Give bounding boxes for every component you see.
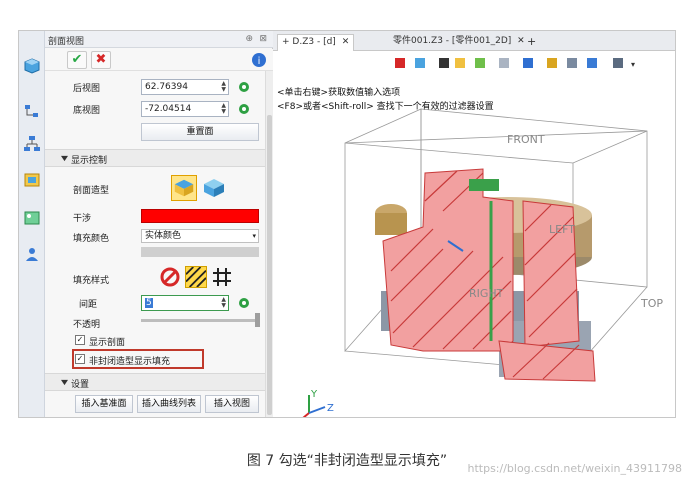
spacing-label: 间距	[79, 300, 98, 310]
grid-fill-icon[interactable]	[211, 266, 233, 288]
opacity-row: 不透明	[45, 313, 265, 333]
user-icon[interactable]	[23, 245, 41, 263]
panel-title: 剖面视图	[48, 37, 85, 47]
measure-icon[interactable]	[237, 80, 251, 94]
section-shape-solid-icon[interactable]	[171, 175, 197, 201]
opacity-slider-thumb[interactable]	[255, 313, 260, 327]
axis-triad: X Y Z	[293, 389, 334, 418]
close-icon[interactable]: ✕	[342, 37, 350, 47]
label-left: LEFT	[549, 223, 575, 236]
close-panel-icon[interactable]: ⊠	[259, 34, 267, 44]
chevron-down-icon: ▾	[252, 232, 256, 240]
spinner-icon[interactable]: ▲ ▼	[221, 103, 226, 115]
section-shape-row: 剖面造型	[45, 175, 265, 203]
image-icon[interactable]	[23, 209, 41, 227]
opacity-slider[interactable]	[141, 319, 259, 322]
label-top: TOP	[640, 297, 663, 310]
fill-color-label: 填充颜色	[73, 234, 110, 244]
measure-icon[interactable]	[237, 102, 251, 116]
app-window: 剖面视图 ⊕ ⊠ ✔ ✖ i 后视图 62.76394 ▲ ▼ 底视图 -72.04…	[18, 30, 676, 418]
pin-icon[interactable]: ⊕	[245, 34, 253, 44]
label-right: RIGHT	[469, 287, 504, 300]
collapse-arrow-icon[interactable]	[61, 379, 68, 386]
measure-icon[interactable]	[237, 296, 251, 310]
reset-plane-button[interactable]: 重置面	[141, 123, 259, 141]
tab-d-z3[interactable]: + D.Z3 - [d] ✕	[277, 34, 355, 51]
fill-style-label: 填充样式	[73, 276, 110, 286]
axis-z-label: Z	[327, 403, 334, 414]
cube-icon[interactable]	[23, 57, 41, 75]
settings-section[interactable]: 设置	[45, 373, 265, 391]
field-row-bottom-view: 底视图 -72.04514 ▲ ▼	[45, 99, 265, 119]
spinner-icon[interactable]: ▲ ▼	[221, 297, 226, 309]
label-front: FRONT	[507, 133, 545, 146]
section-model	[375, 168, 596, 382]
nonclosed-fill-checkbox[interactable]: ✓	[75, 354, 85, 364]
plus-icon: +	[282, 37, 290, 47]
left-icon-bar	[19, 31, 45, 417]
hatch-fill-icon[interactable]	[185, 266, 207, 288]
interference-label: 干涉	[73, 214, 92, 224]
model-scene: FRONT LEFT RIGHT TOP X Y Z	[293, 108, 663, 418]
section-shape-label: 剖面造型	[73, 186, 110, 196]
svg-text:i: i	[258, 56, 261, 67]
insert-datum-button[interactable]: 插入基准面	[75, 395, 133, 413]
show-section-label: 显示剖面	[89, 338, 126, 348]
panel-toolbar: ✔ ✖ i	[45, 49, 273, 71]
document-tabs: + D.Z3 - [d] ✕ 零件001.Z3 - [零件001_2D] ✕ +	[273, 31, 675, 51]
hierarchy-icon[interactable]	[23, 135, 41, 153]
collapse-arrow-icon[interactable]	[61, 155, 68, 162]
section-view-panel: 剖面视图 ⊕ ⊠ ✔ ✖ i 后视图 62.76394 ▲ ▼ 底视图 -72.04…	[45, 31, 273, 417]
fill-color-select[interactable]: 实体颜色 ▾	[141, 229, 259, 243]
part-icon[interactable]	[23, 171, 41, 189]
settings-title: 设置	[71, 380, 90, 390]
axis-y-label: Y	[310, 389, 318, 400]
field-label: 后视图	[73, 84, 101, 94]
field-label: 底视图	[73, 106, 101, 116]
show-section-row: ✓ 显示剖面	[45, 331, 265, 351]
back-view-input[interactable]: 62.76394 ▲ ▼	[141, 79, 229, 95]
spacing-input[interactable]: 5 ▲ ▼	[141, 295, 229, 311]
tree-icon[interactable]	[23, 103, 41, 121]
display-control-section[interactable]: 显示控制	[45, 149, 265, 167]
x-icon: ✖	[95, 52, 107, 67]
3d-viewport[interactable]: ▾ <单击右键>获取数值输入选项 <F8>或者<Shift-roll> 查找下一…	[273, 51, 675, 418]
fill-color-preview	[141, 247, 259, 257]
cancel-button[interactable]: ✖	[91, 51, 111, 69]
field-row-back-view: 后视图 62.76394 ▲ ▼	[45, 77, 265, 97]
fill-style-row: 填充样式	[45, 265, 265, 289]
opacity-label: 不透明	[73, 320, 101, 330]
check-icon: ✔	[71, 52, 83, 67]
new-tab-button[interactable]: +	[523, 34, 540, 51]
tab-part001[interactable]: 零件001.Z3 - [零件001_2D] ✕	[389, 34, 529, 51]
axis-x-label: X	[293, 417, 300, 418]
nonclosed-fill-label: 非封闭造型显示填充	[89, 357, 171, 367]
panel-scrollbar[interactable]	[265, 71, 273, 417]
interference-color-swatch[interactable]	[141, 209, 259, 223]
scrollbar-thumb[interactable]	[267, 115, 272, 415]
spacing-row: 间距 5 ▲ ▼	[45, 293, 265, 313]
nonclosed-fill-row: ✓ 非封闭造型显示填充	[45, 349, 265, 369]
fill-color-row: 填充颜色 实体颜色 ▾	[45, 227, 265, 247]
watermark: https://blog.csdn.net/weixin_43911798	[467, 462, 682, 475]
section-shape-open-icon[interactable]	[201, 175, 227, 201]
interference-row: 干涉	[45, 207, 265, 227]
bottom-view-input[interactable]: -72.04514 ▲ ▼	[141, 101, 229, 117]
spinner-icon[interactable]: ▲ ▼	[221, 81, 226, 93]
show-section-checkbox[interactable]: ✓	[75, 335, 85, 345]
panel-header: 剖面视图 ⊕ ⊠	[45, 31, 273, 48]
insert-view-button[interactable]: 插入视图	[205, 395, 259, 413]
no-fill-icon[interactable]	[159, 266, 181, 288]
insert-curve-list-button[interactable]: 插入曲线列表	[137, 395, 201, 413]
ok-button[interactable]: ✔	[67, 51, 87, 69]
info-icon[interactable]: i	[251, 52, 267, 68]
display-control-title: 显示控制	[71, 156, 108, 166]
